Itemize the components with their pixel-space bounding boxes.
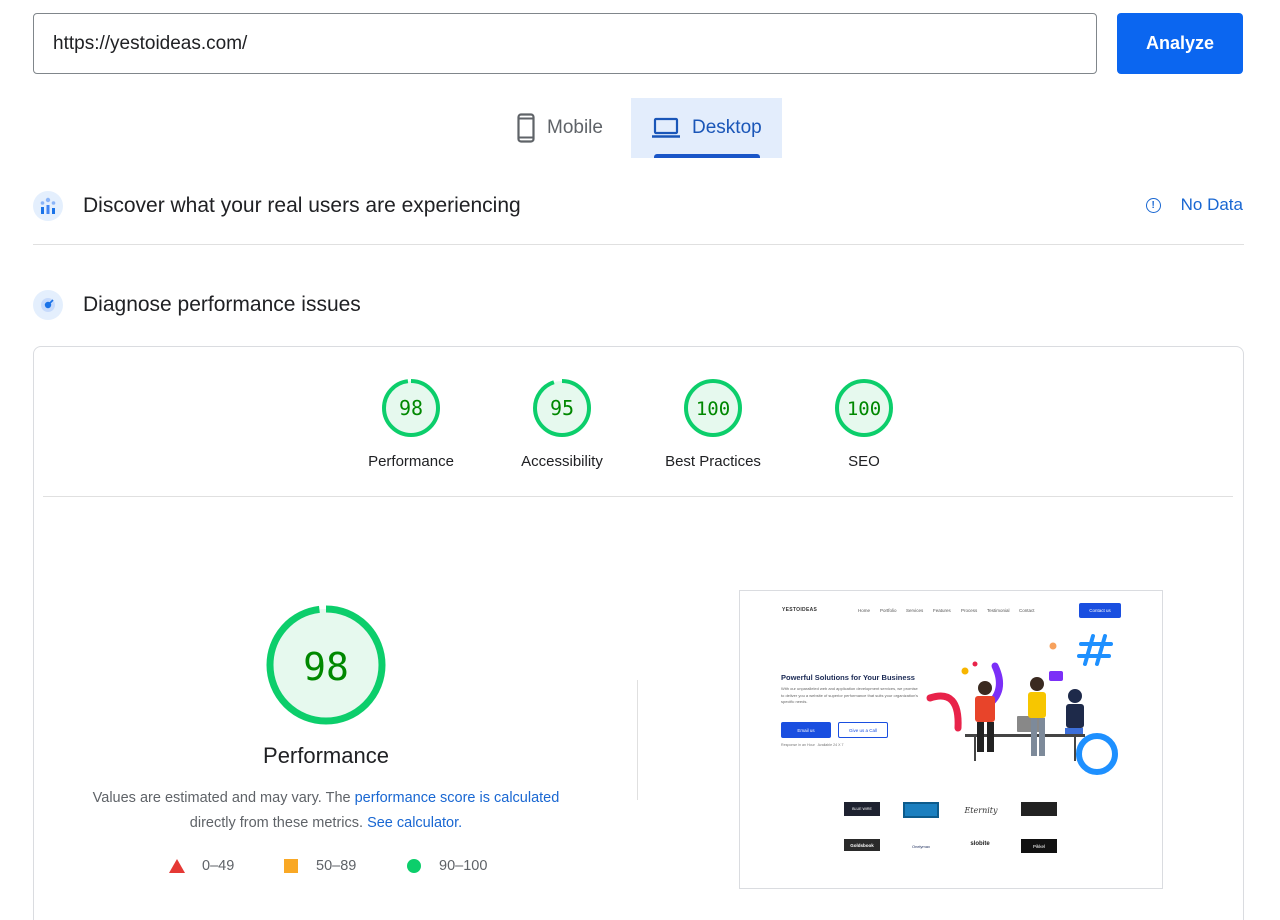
legend-fail: 0–49 — [169, 858, 234, 874]
gauge-score: 100 — [847, 398, 881, 420]
gauge-label: Accessibility — [521, 453, 603, 470]
score-description: Values are estimated and may vary. The p… — [60, 786, 592, 836]
score-gauge-best-practices[interactable]: 100 Best Practices — [638, 376, 788, 470]
score-gauge-seo[interactable]: 100 SEO — [789, 376, 939, 470]
score-gauge-performance[interactable]: 98 Performance — [336, 376, 486, 470]
no-data-link[interactable]: ! No Data — [1145, 195, 1243, 215]
legend-fail-range: 0–49 — [202, 858, 235, 874]
lab-data-header: Diagnose performance issues — [33, 290, 361, 320]
field-data-header: Discover what your real users are experi… — [33, 191, 521, 221]
gauge-ring: 100 — [835, 379, 893, 437]
preview-client-logo: Goldsbook — [844, 839, 880, 851]
legend-pass-range: 90–100 — [439, 858, 488, 874]
circle-icon — [407, 859, 421, 873]
preview-nav-item: Services — [906, 608, 924, 613]
gauge-ring: 95 — [533, 379, 591, 437]
preview-call-button: Give us a Call — [838, 722, 888, 738]
gauge-score: 100 — [696, 398, 730, 420]
tab-desktop[interactable]: Desktop — [631, 98, 782, 158]
desc-text-1: Values are estimated and may vary. The — [92, 790, 355, 806]
tab-desktop-label: Desktop — [692, 117, 762, 138]
no-data-label: No Data — [1180, 195, 1243, 214]
vertical-divider — [637, 680, 638, 800]
tab-selected-indicator — [654, 154, 760, 158]
preview-hero-title: Powerful Solutions for Your Business — [781, 673, 915, 682]
desc-text-2: directly from these metrics. — [189, 815, 368, 831]
preview-nav-item: Portfolio — [880, 608, 897, 613]
gauge-label: SEO — [848, 453, 880, 470]
preview-client-logo: Eternity — [964, 805, 998, 815]
info-icon: ! — [1145, 197, 1161, 213]
see-calculator-link[interactable]: See calculator. — [367, 815, 462, 831]
legend-average: 50–89 — [284, 858, 356, 874]
triangle-icon — [169, 859, 185, 873]
gauge-score: 98 — [399, 396, 423, 420]
gauge-label: Performance — [368, 453, 454, 470]
gauge-ring: 100 — [684, 379, 742, 437]
section-divider — [33, 244, 1244, 245]
gauge-score: 98 — [303, 645, 349, 689]
performance-label: Performance — [263, 743, 389, 768]
phone-icon — [517, 113, 535, 143]
lab-data-title: Diagnose performance issues — [83, 293, 361, 316]
preview-client-logo — [1021, 802, 1057, 816]
laptop-icon — [652, 117, 680, 138]
preview-logo: YESTOIDEAS — [782, 607, 818, 613]
card-divider — [43, 496, 1233, 497]
preview-tag: Response in an Hour — [781, 743, 815, 747]
legend-pass: 90–100 — [407, 858, 487, 874]
gauge-label: Best Practices — [665, 453, 761, 470]
preview-nav-item: Home — [858, 608, 871, 613]
tab-mobile-label: Mobile — [547, 117, 603, 138]
preview-tag: Available 24 X 7 — [817, 743, 844, 747]
preview-nav-item: Contact — [1019, 608, 1035, 613]
gauge-score: 95 — [550, 396, 574, 420]
preview-nav-item: Features — [933, 608, 951, 613]
preview-client-logo: BLUE WIRE — [844, 802, 880, 816]
lighthouse-icon — [33, 290, 63, 320]
preview-nav-item: Testimonial — [987, 608, 1010, 613]
preview-nav-item: Process — [961, 608, 978, 613]
preview-hero-subtitle: With our unparalleled web and applicatio… — [781, 686, 919, 704]
preview-illustration — [926, 634, 1118, 775]
preview-client-logo: Pikkel — [1021, 839, 1057, 853]
url-input[interactable] — [33, 13, 1097, 74]
preview-email-button: Email us — [781, 722, 831, 738]
legend-average-range: 50–89 — [316, 858, 357, 874]
preview-client-logo — [903, 802, 939, 818]
preview-client-logo: slobite — [970, 841, 990, 847]
users-chart-icon — [33, 191, 63, 221]
square-icon — [284, 859, 298, 873]
tab-mobile[interactable]: Mobile — [505, 98, 631, 158]
page-screenshot: YESTOIDEAS Home Portfolio Services Features… — [739, 590, 1163, 889]
score-gauge-accessibility[interactable]: 95 Accessibility — [487, 376, 637, 470]
preview-client-logo: Onelymax — [911, 843, 930, 849]
gauge-ring: 98 — [382, 379, 440, 437]
score-calculated-link[interactable]: performance score is calculated — [355, 790, 560, 806]
preview-contact-button: Contact us — [1079, 603, 1121, 618]
field-data-title: Discover what your real users are experi… — [83, 194, 521, 217]
performance-gauge-large[interactable]: 98 — [265, 604, 387, 726]
preview-tags: Response in an Hour Available 24 X 7 — [781, 743, 843, 747]
analyze-button[interactable]: Analyze — [1117, 13, 1243, 74]
